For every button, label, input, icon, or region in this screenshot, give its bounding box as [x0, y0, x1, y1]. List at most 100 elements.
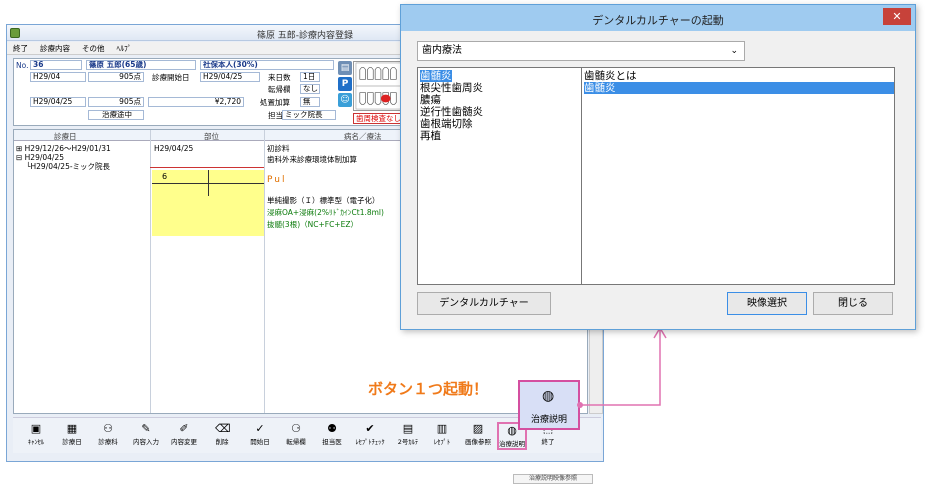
- video-list-item[interactable]: 歯髄炎: [584, 82, 894, 94]
- line-item: 歯科外来診療環境体制加算: [267, 155, 357, 164]
- doctor-field[interactable]: ミック院長: [282, 110, 336, 120]
- line-item: 浸麻OA+浸麻(2%ﾘﾄﾞｶｲﾝCt1.8ml): [267, 208, 384, 217]
- tree-item[interactable]: ⊟ H29/04/25: [16, 153, 64, 162]
- status-tooltip: 治療説明映像参照: [513, 474, 593, 484]
- toolbar-button-5[interactable]: ⌫ 削除: [207, 422, 237, 450]
- tooth-number: 6: [162, 172, 168, 181]
- callout-text: ボタン１つ起動！: [368, 380, 489, 398]
- toolbar-icon: ▤: [402, 422, 414, 435]
- chevron-down-icon: ⌄: [730, 46, 738, 56]
- toolbar-icon: ◍: [507, 424, 517, 437]
- toolbar-label: 終了: [541, 438, 555, 446]
- toolbar-button-11[interactable]: ▥ ﾚｾﾌﾟﾄ: [427, 422, 457, 450]
- dialog-close-button[interactable]: 閉じる: [813, 292, 893, 315]
- patient-no-field[interactable]: 36: [30, 60, 82, 70]
- line-item: 初診料: [267, 144, 290, 153]
- toolbar-icon: ⌫: [215, 422, 231, 435]
- toolbar-label: 内容変更: [171, 438, 197, 446]
- column-divider: [150, 130, 151, 413]
- toolbar-icon: ▥: [436, 422, 448, 435]
- dental-culture-button[interactable]: デンタルカルチャー: [417, 292, 551, 315]
- toolbar-label: 画像参照: [465, 438, 491, 446]
- toolbar-button-3[interactable]: ✎ 内容入力: [131, 422, 161, 450]
- menu-item-exit[interactable]: 終了: [13, 42, 28, 55]
- toolbar-label: 開始日: [250, 438, 270, 446]
- menu-item-other[interactable]: その他: [82, 42, 105, 55]
- exam-field[interactable]: なし: [300, 84, 320, 94]
- menu-item-help[interactable]: ﾍﾙﾌﾟ: [117, 42, 132, 55]
- toolbar-button-0[interactable]: ▣ ｷｬﾝｾﾙ: [21, 422, 51, 450]
- exam-label: 転帰欄: [268, 85, 291, 94]
- toolbar-label: 治療説明: [499, 440, 525, 448]
- row-divider: [150, 167, 264, 168]
- disease-list[interactable]: 歯髄炎 根尖性歯周炎 膿瘍 逆行性歯髄炎 歯根端切除 再植: [418, 68, 582, 284]
- category-dropdown[interactable]: 歯内療法 ⌄: [417, 41, 745, 61]
- amount-field: ¥2,720: [148, 97, 244, 107]
- toolbar-icon: ⚇: [103, 422, 113, 435]
- dialog-title-bar: デンタルカルチャーの起動: [401, 5, 915, 31]
- toolbar-button-6[interactable]: ✓ 開始日: [245, 422, 275, 450]
- toolbar-label: ﾚｾﾌﾟﾄ: [433, 438, 451, 446]
- points2-field: 905点: [88, 97, 144, 107]
- col-date-header[interactable]: 診療日: [54, 131, 77, 142]
- toolbar-label: 担当医: [322, 438, 342, 446]
- patient-name-field[interactable]: 篠原 五郎(65歳): [86, 60, 196, 70]
- col-disease-header[interactable]: 病名／療法: [344, 131, 382, 142]
- date2-field: H29/04/25: [30, 97, 86, 107]
- disease-list-item[interactable]: 再植: [420, 130, 441, 142]
- points1-field: 905点: [88, 72, 144, 82]
- no-label: No.: [16, 61, 29, 70]
- treat-field[interactable]: 無: [300, 97, 320, 107]
- toolbar-label: 転帰欄: [286, 438, 306, 446]
- start-date-field[interactable]: H29/04/25: [200, 72, 260, 82]
- line-item: 抜髄(3根)（NC+FC+EZ）: [267, 220, 358, 229]
- toolbar-label: ﾚｾﾌﾟﾄﾁｪｯｸ: [355, 438, 385, 446]
- visits-label: 来日数: [268, 73, 291, 82]
- toolbar-button-10[interactable]: ▤ 2号ｶﾙﾃ: [393, 422, 423, 450]
- toolbar-label: 診療科: [98, 438, 118, 446]
- toolbar-label: 内容入力: [133, 438, 159, 446]
- disease-list-item[interactable]: 膿瘍: [420, 94, 441, 106]
- topic-lists: 歯髄炎 根尖性歯周炎 膿瘍 逆行性歯髄炎 歯根端切除 再植 歯髄炎とは 歯髄炎: [417, 67, 895, 285]
- parking-p-icon[interactable]: P: [338, 77, 352, 91]
- col-site-header[interactable]: 部位: [204, 131, 219, 142]
- video-list-item[interactable]: 歯髄炎とは: [584, 70, 894, 82]
- insurance-field[interactable]: 社保本人(30%): [200, 60, 334, 70]
- disease-list-item[interactable]: 歯根端切除: [420, 118, 473, 130]
- tree-item-selected[interactable]: └H29/04/25-ミック院長: [26, 162, 110, 171]
- video-list[interactable]: 歯髄炎とは 歯髄炎: [582, 68, 894, 284]
- dialog-close-icon[interactable]: ✕: [883, 8, 911, 25]
- toolbar-icon: ✔: [365, 422, 375, 435]
- tooth-icon[interactable]: ☺: [338, 93, 352, 107]
- printer-icon[interactable]: ▤: [338, 61, 352, 75]
- toolbar-icon: ⚉: [327, 422, 337, 435]
- status-field[interactable]: 治療途中: [88, 110, 144, 120]
- select-video-button[interactable]: 映像選択: [727, 292, 807, 315]
- visits-field[interactable]: 1日: [300, 72, 320, 82]
- toolbar-button-8[interactable]: ⚉ 担当医: [317, 422, 347, 450]
- tooth-cell[interactable]: 6: [152, 170, 264, 236]
- disease-list-item[interactable]: 根尖性歯周炎: [420, 82, 483, 94]
- diagnosis-pul: Pul: [267, 175, 287, 185]
- toolbar-button-12[interactable]: ▨ 画像参照: [463, 422, 493, 450]
- treat-label: 処置加算: [260, 98, 290, 107]
- disease-list-item[interactable]: 歯髄炎: [420, 70, 452, 82]
- dental-culture-dialog: デンタルカルチャーの起動 ✕ 歯内療法 ⌄ 歯髄炎 根尖性歯周炎 膿瘍 逆行性歯髄炎歯…: [400, 4, 916, 330]
- date1-field: H29/04: [30, 72, 86, 82]
- disease-list-item[interactable]: 逆行性歯髄炎: [420, 106, 483, 118]
- menu-item-content[interactable]: 診療内容: [40, 42, 70, 55]
- tree-item[interactable]: ⊞ H29/12/26～H29/01/31: [16, 144, 111, 153]
- toolbar-button-7[interactable]: ⚆ 転帰欄: [281, 422, 311, 450]
- treatment-explanation-button-zoom[interactable]: ◍ 治療説明: [518, 380, 580, 430]
- column-divider: [264, 130, 265, 413]
- toolbar-button-9[interactable]: ✔ ﾚｾﾌﾟﾄﾁｪｯｸ: [355, 422, 385, 450]
- start-date-label: 診療開始日: [152, 73, 190, 82]
- toolbar-icon: ▦: [66, 422, 78, 435]
- toolbar-button-1[interactable]: ▦ 診療日: [57, 422, 87, 450]
- category-dropdown-value: 歯内療法: [422, 45, 462, 56]
- dialog-title: デンタルカルチャーの起動: [592, 14, 724, 27]
- toolbar-icon: ⚆: [291, 422, 301, 435]
- site-date: H29/04/25: [154, 144, 194, 153]
- toolbar-button-2[interactable]: ⚇ 診療科: [93, 422, 123, 450]
- toolbar-button-4[interactable]: ✐ 内容変更: [169, 422, 199, 450]
